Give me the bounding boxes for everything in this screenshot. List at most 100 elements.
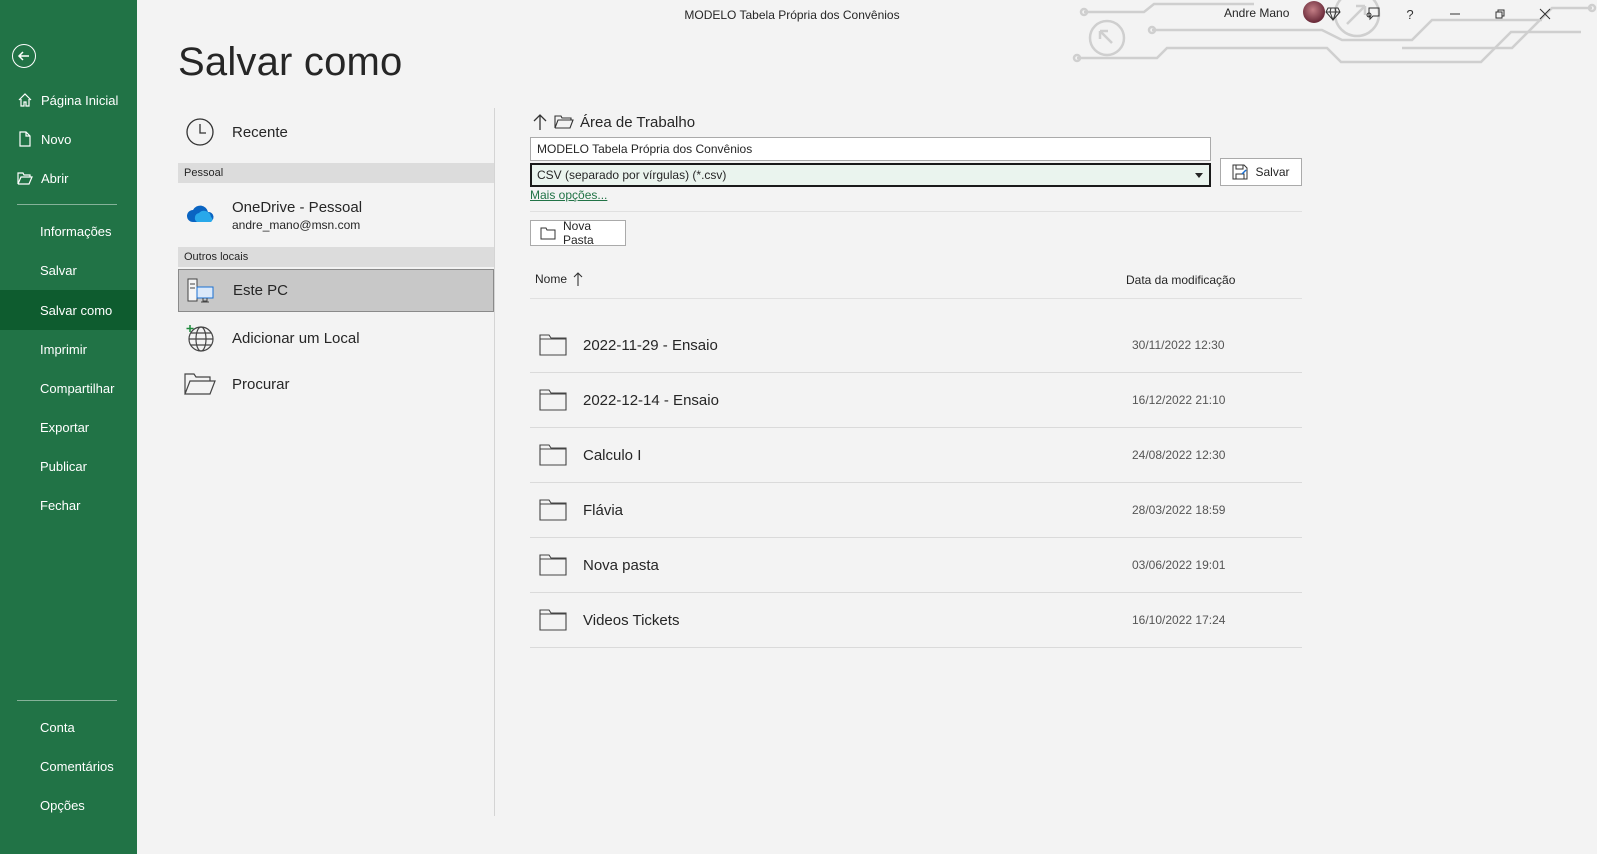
nav-item-label: Novo	[41, 131, 72, 147]
nav-item-export[interactable]: Exportar	[0, 408, 137, 446]
nav-item-label: Fechar	[40, 497, 81, 513]
nav-item-info[interactable]: Informações	[0, 212, 137, 250]
section-header-other: Outros locais	[178, 247, 494, 267]
save-button-label: Salvar	[1255, 165, 1290, 179]
file-date: 03/06/2022 19:01	[1132, 558, 1226, 572]
save-button[interactable]: Salvar	[1220, 158, 1302, 186]
nav-item-save-as[interactable]: Salvar como	[0, 290, 137, 330]
nav-item-share[interactable]: Compartilhar	[0, 369, 137, 407]
help-icon[interactable]: ?	[1400, 4, 1420, 24]
file-date: 28/03/2022 18:59	[1132, 503, 1226, 517]
nav-item-save[interactable]: Salvar	[0, 251, 137, 289]
new-folder-button[interactable]: Nova Pasta	[530, 219, 626, 247]
more-options-link[interactable]: Mais opções...	[530, 188, 607, 202]
location-label: Este PC	[233, 282, 289, 299]
column-header-label: Nome	[535, 272, 568, 286]
nav-item-label: Opções	[40, 797, 85, 813]
nav-item-label: Página Inicial	[41, 92, 119, 108]
location-recent[interactable]: Recente	[178, 112, 494, 152]
folder-icon	[539, 333, 569, 357]
nav-item-label: Salvar	[40, 262, 77, 278]
nav-item-label: Compartilhar	[40, 380, 115, 396]
filename-input[interactable]	[530, 137, 1211, 161]
save-disk-icon	[1232, 164, 1248, 180]
up-arrow-icon[interactable]	[530, 112, 550, 132]
nav-item-label: Abrir	[41, 170, 69, 186]
diamond-icon[interactable]	[1323, 4, 1343, 24]
location-email: andre_mano@msn.com	[232, 217, 361, 232]
breadcrumb: Área de Trabalho	[530, 110, 695, 134]
avatar[interactable]	[1303, 1, 1325, 23]
file-date: 16/12/2022 21:10	[1132, 393, 1226, 407]
user-name[interactable]: Andre Mano	[1224, 6, 1289, 20]
sort-ascending-icon	[573, 271, 583, 287]
current-path[interactable]: Área de Trabalho	[580, 114, 695, 131]
nav-item-label: Informações	[40, 223, 112, 239]
close-icon[interactable]	[1535, 4, 1555, 24]
location-label: Adicionar um Local	[232, 329, 360, 347]
section-header-personal: Pessoal	[178, 163, 494, 183]
folder-icon	[540, 227, 556, 240]
filetype-select[interactable]: CSV (separado por vírgulas) (*.csv)	[530, 163, 1211, 187]
restore-icon[interactable]	[1490, 4, 1510, 24]
file-date: 16/10/2022 17:24	[1132, 613, 1226, 627]
file-name: Videos Tickets	[583, 611, 680, 629]
file-name: 2022-11-29 - Ensaio	[583, 336, 718, 354]
folder-icon	[539, 553, 569, 577]
location-onedrive[interactable]: OneDrive - Pessoal andre_mano@msn.com	[178, 190, 494, 240]
list-item[interactable]: Videos Tickets 16/10/2022 17:24	[530, 593, 1302, 648]
file-name: 2022-12-14 - Ensaio	[583, 391, 719, 409]
new-document-icon	[17, 131, 33, 147]
column-header-name[interactable]: Nome	[535, 271, 583, 287]
nav-item-label: Comentários	[40, 758, 114, 774]
divider	[530, 211, 1302, 212]
nav-item-open[interactable]: Abrir	[0, 159, 137, 197]
folder-open-icon	[184, 368, 216, 400]
folder-open-icon	[554, 112, 574, 132]
file-date: 30/11/2022 12:30	[1132, 338, 1225, 352]
folder-icon	[539, 388, 569, 412]
open-folder-icon	[17, 170, 33, 186]
location-browse[interactable]: Procurar	[178, 364, 494, 404]
file-date: 24/08/2022 12:30	[1132, 448, 1226, 462]
nav-item-feedback[interactable]: Comentários	[0, 747, 137, 785]
folder-icon	[539, 608, 569, 632]
nav-item-label: Imprimir	[40, 341, 87, 357]
coauthor-icon[interactable]	[1363, 4, 1383, 24]
file-name: Flávia	[583, 501, 624, 519]
nav-item-publish[interactable]: Publicar	[0, 447, 137, 485]
nav-item-label: Exportar	[40, 419, 90, 435]
location-label: Recente	[232, 123, 288, 141]
file-name: Calculo I	[583, 446, 642, 464]
nav-item-new[interactable]: Novo	[0, 120, 137, 158]
location-this-pc[interactable]: Este PC	[178, 269, 494, 312]
location-label: Procurar	[232, 375, 290, 393]
location-label: OneDrive - Pessoal	[232, 198, 363, 216]
location-add-place[interactable]: Adicionar um Local	[178, 318, 494, 358]
nav-item-label: Publicar	[40, 458, 87, 474]
onedrive-cloud-icon	[184, 199, 216, 231]
nav-item-options[interactable]: Opções	[0, 786, 137, 824]
nav-item-print[interactable]: Imprimir	[0, 330, 137, 368]
nav-divider	[17, 700, 117, 701]
nav-divider	[17, 204, 117, 205]
backstage-nav: Página Inicial Novo Abrir Informações Sa…	[0, 0, 137, 854]
list-item[interactable]: Nova pasta 03/06/2022 19:01	[530, 538, 1302, 593]
list-item[interactable]: 2022-12-14 - Ensaio 16/12/2022 21:10	[530, 373, 1302, 428]
column-header-date[interactable]: Data da modificação	[1126, 273, 1235, 287]
globe-add-icon	[184, 322, 216, 354]
nav-item-label: Conta	[40, 719, 75, 735]
nav-item-label: Salvar como	[40, 302, 113, 318]
list-item[interactable]: Flávia 28/03/2022 18:59	[530, 483, 1302, 538]
back-arrow-icon[interactable]	[12, 44, 36, 68]
chevron-down-icon	[1195, 173, 1203, 178]
list-item[interactable]: Calculo I 24/08/2022 12:30	[530, 428, 1302, 483]
minimize-icon[interactable]	[1445, 4, 1465, 24]
nav-item-close[interactable]: Fechar	[0, 486, 137, 524]
nav-item-home[interactable]: Página Inicial	[0, 81, 137, 119]
nav-item-account[interactable]: Conta	[0, 708, 137, 746]
clock-icon	[184, 116, 216, 148]
file-name: Nova pasta	[583, 556, 659, 574]
divider	[530, 298, 1302, 299]
list-item[interactable]: 2022-11-29 - Ensaio 30/11/2022 12:30	[530, 318, 1302, 373]
